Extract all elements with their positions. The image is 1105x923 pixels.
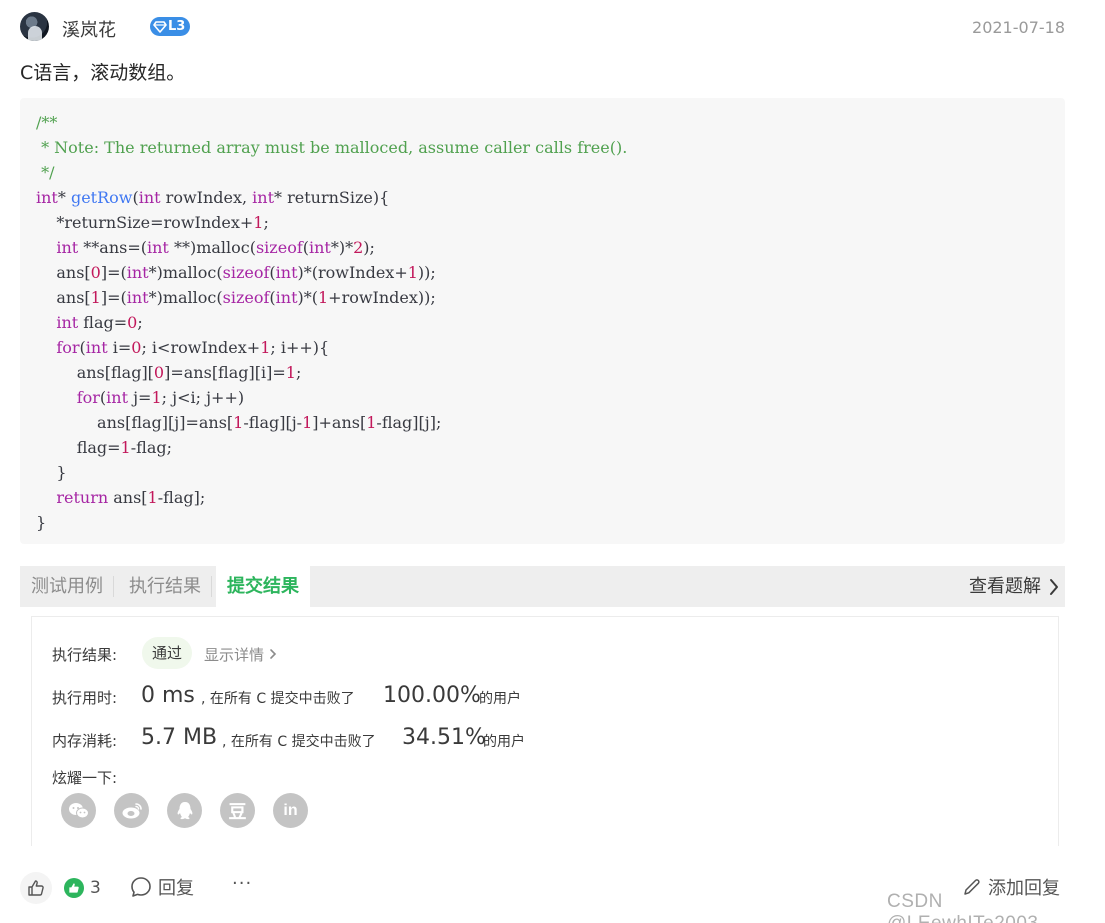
chevron-right-small-icon (269, 649, 276, 659)
linkedin-icon[interactable]: in (273, 793, 308, 828)
upvote-badge-icon (64, 878, 84, 898)
code-line: int **ans=(int **)malloc(sizeof(int*)*2)… (56, 238, 375, 257)
tab-submission-result[interactable]: 提交结果 (216, 566, 310, 607)
memory-text: , 在所有 C 提交中击败了 (222, 734, 376, 750)
douban-icon[interactable]: 豆 (220, 793, 255, 828)
code-line: for(int i=0; i<rowIndex+1; i++){ (56, 338, 330, 357)
status-label: 执行结果: (52, 646, 118, 664)
view-solution-label: 查看题解 (969, 576, 1041, 597)
code-line: int* getRow(int rowIndex, int* returnSiz… (36, 188, 390, 207)
show-details-link[interactable]: 显示详情 (204, 644, 277, 665)
show-details-label: 显示详情 (204, 646, 265, 664)
memory-suffix: 的用户 (483, 734, 525, 750)
discussion-post: 溪岚花 L3 2021-07-18 C语言，滚动数组。 /** * Note: … (0, 0, 1105, 923)
watermark: CSDN @LEewhITe2003 (887, 891, 1038, 923)
code-block: /** * Note: The returned array must be m… (20, 98, 1065, 544)
author-name[interactable]: 溪岚花 (62, 16, 116, 42)
runtime-percent: 100.00% (383, 683, 481, 708)
status-badge: 通过 (142, 637, 193, 669)
code-line: * Note: The returned array must be mallo… (36, 138, 628, 157)
memory-label: 内存消耗: (52, 732, 118, 750)
linkedin-glyph: in (283, 801, 298, 819)
level-text: L3 (168, 19, 186, 34)
qq-icon[interactable] (167, 793, 202, 828)
code-line: /** (36, 113, 58, 132)
code-line: ans[flag][j]=ans[1-flag][j-1]+ans[1-flag… (36, 413, 442, 432)
view-solution-button[interactable]: 查看题解 (969, 566, 1059, 607)
tab-test-cases[interactable]: 测试用例 (20, 566, 114, 607)
code-content: /** * Note: The returned array must be m… (36, 110, 1065, 535)
runtime-suffix: 的用户 (479, 691, 521, 707)
code-line: return ans[1-flag]; (56, 488, 206, 507)
code-line: *returnSize=rowIndex+1; (36, 213, 269, 232)
more-options-button[interactable]: ··· (232, 873, 252, 894)
avatar[interactable] (20, 12, 49, 41)
runtime-text: , 在所有 C 提交中击败了 (201, 691, 355, 707)
level-badge: L3 (150, 17, 191, 36)
douban-glyph: 豆 (228, 801, 247, 823)
code-line: ans[flag][0]=ans[flag][i]=1; (36, 363, 302, 382)
code-line: for(int j=1; j<i; j++) (76, 388, 245, 407)
chevron-right-icon (1050, 578, 1058, 595)
wechat-icon[interactable] (61, 793, 96, 828)
runtime-value: 0 ms (141, 683, 195, 708)
thumbs-up-icon (28, 880, 44, 896)
memory-percent: 34.51% (402, 725, 486, 750)
code-line: flag=1-flag; (36, 438, 172, 457)
code-line: } (36, 463, 67, 482)
post-footer: 3 回复 ··· 添加回复 CSDN @LEewhITe2003 (20, 869, 1090, 923)
code-line: */ (36, 163, 55, 182)
like-button[interactable] (20, 872, 52, 904)
reply-label: 回复 (158, 878, 194, 899)
code-line: ans[0]=(int*)malloc(sizeof(int)*(rowInde… (36, 263, 436, 282)
code-line: ans[1]=(int*)malloc(sizeof(int)*(1+rowIn… (36, 288, 436, 307)
submission-result-card: 执行结果: 通过 显示详情 执行用时: 0 ms , 在所有 C 提交中击败了 … (31, 616, 1059, 846)
code-line: int flag=0; (56, 313, 143, 332)
reply-button[interactable]: 回复 (130, 874, 194, 900)
post-title: C语言，滚动数组。 (20, 62, 186, 84)
author-row: 溪岚花 L3 2021-07-18 (20, 12, 1065, 42)
runtime-label: 执行用时: (52, 689, 118, 707)
result-tab-bar: 测试用例 执行结果 提交结果 查看题解 (20, 566, 1065, 607)
share-label: 炫耀一下: (52, 769, 118, 787)
share-icons: 豆 in (61, 793, 308, 828)
comment-icon (131, 877, 151, 897)
tab-run-result[interactable]: 执行结果 (118, 566, 212, 607)
memory-value: 5.7 MB (141, 725, 218, 750)
code-line: } (36, 513, 47, 532)
post-date: 2021-07-18 (972, 18, 1065, 37)
diamond-icon (153, 20, 167, 33)
weibo-icon[interactable] (114, 793, 149, 828)
vote-count: 3 (90, 878, 101, 898)
